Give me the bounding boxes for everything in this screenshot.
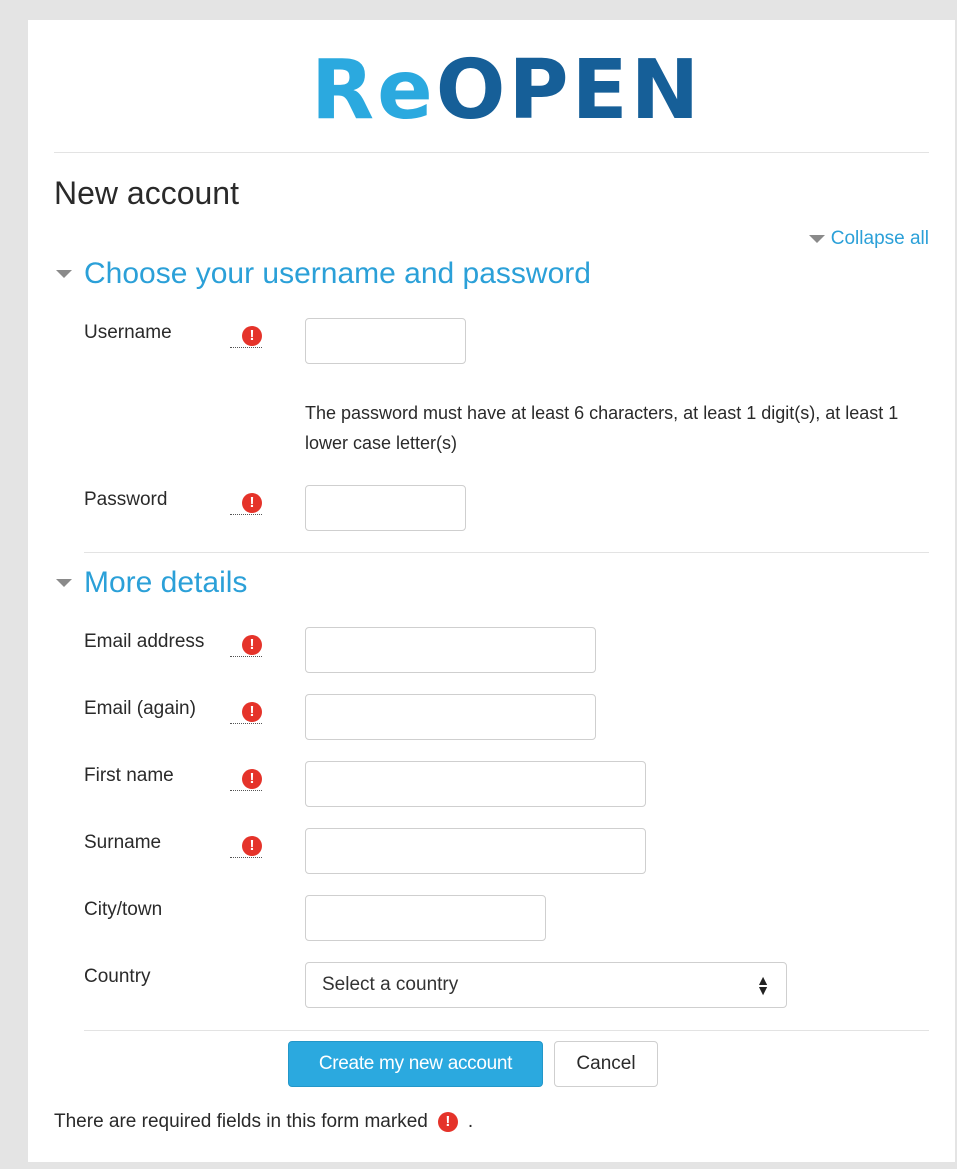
country-select[interactable]: Select a country ▲ ▼ [305, 962, 787, 1008]
firstname-input[interactable] [305, 761, 646, 807]
section-triangle-icon [56, 270, 72, 278]
password-input[interactable] [305, 485, 466, 531]
password-label: Password [84, 489, 168, 510]
username-label: Username [84, 322, 172, 343]
email-again-label: Email (again) [84, 698, 196, 719]
required-icon: ! [242, 836, 262, 856]
city-label: City/town [84, 899, 163, 920]
header-divider [54, 152, 929, 153]
city-input[interactable] [305, 895, 546, 941]
password-policy-text: The password must have at least 6 charac… [305, 403, 899, 453]
country-select-value: Select a country [322, 974, 459, 995]
site-logo[interactable]: ReOPEN [311, 50, 702, 132]
email-input[interactable] [305, 627, 596, 673]
username-required-indicator: ! [230, 324, 262, 348]
section-title: Choose your username and password [84, 257, 591, 290]
required-note-suffix: . [467, 1111, 474, 1132]
firstname-label: First name [84, 765, 174, 786]
logo-re: Re [311, 43, 436, 138]
page-title: New account [54, 175, 239, 211]
email-label: Email address [84, 631, 205, 652]
collapse-all-label: Collapse all [830, 228, 929, 249]
required-icon: ! [242, 769, 262, 789]
email-again-required-indicator: ! [230, 700, 262, 724]
section-header-more-details[interactable]: More details [56, 566, 247, 600]
required-icon: ! [242, 493, 262, 513]
buttons-divider [84, 1030, 929, 1031]
surname-label: Surname [84, 832, 162, 853]
cancel-button[interactable]: Cancel [554, 1041, 658, 1087]
firstname-required-indicator: ! [230, 767, 262, 791]
required-fields-note: There are required fields in this form m… [54, 1111, 473, 1133]
surname-required-indicator: ! [230, 834, 262, 858]
create-account-button[interactable]: Create my new account [288, 1041, 543, 1087]
required-note-text: There are required fields in this form m… [54, 1111, 428, 1132]
select-updown-icon: ▲ ▼ [756, 972, 770, 998]
signup-card: ReOPEN New account Collapse all Choose y… [28, 20, 955, 1162]
logo-open: OPEN [435, 43, 703, 138]
password-required-indicator: ! [230, 491, 262, 515]
section-title: More details [84, 566, 248, 599]
required-icon: ! [242, 702, 262, 722]
username-input[interactable] [305, 318, 466, 364]
country-label: Country [84, 966, 151, 987]
surname-input[interactable] [305, 828, 646, 874]
required-icon: ! [437, 1112, 458, 1132]
collapse-triangle-icon [808, 235, 825, 243]
email-required-indicator: ! [230, 633, 262, 657]
required-icon: ! [242, 326, 262, 346]
section-header-username-password[interactable]: Choose your username and password [56, 257, 591, 291]
collapse-all-link[interactable]: Collapse all [808, 228, 929, 250]
section-triangle-icon [56, 579, 72, 587]
required-icon: ! [242, 635, 262, 655]
email-again-input[interactable] [305, 694, 596, 740]
section-divider [84, 552, 929, 553]
